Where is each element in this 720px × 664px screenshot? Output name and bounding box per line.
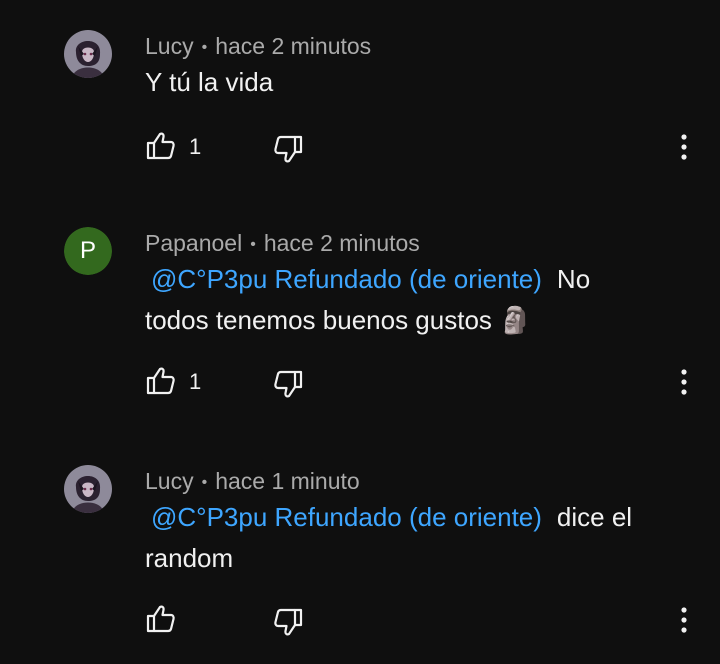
more-vertical-icon (681, 369, 687, 395)
comment-text: @C°P3pu Refundado (de oriente) No todos t… (145, 259, 665, 341)
dislike-button[interactable] (272, 133, 304, 165)
more-options-button[interactable] (672, 130, 696, 164)
author-name[interactable]: Lucy (145, 468, 194, 494)
like-count: 1 (189, 369, 202, 394)
comment-time[interactable]: hace 2 minutos (215, 33, 371, 59)
meta-separator: • (201, 474, 208, 491)
comment-meta: Lucy • hace 1 minuto (145, 467, 360, 497)
like-count: 1 (189, 134, 202, 159)
avatar[interactable] (64, 465, 112, 513)
comment-text: @C°P3pu Refundado (de oriente) dice el ra… (145, 497, 665, 579)
comment-text-line: random (145, 543, 234, 573)
meta-separator: • (250, 236, 256, 253)
author-name[interactable]: Lucy (145, 33, 194, 59)
dislike-button[interactable] (272, 368, 304, 400)
mention-link[interactable]: @C°P3pu Refundado (de oriente) (151, 264, 542, 294)
avatar[interactable] (64, 30, 112, 78)
dislike-icon (274, 608, 303, 636)
comment-text-line: dice el (556, 502, 633, 532)
more-options-button[interactable] (672, 365, 696, 399)
dislike-button[interactable] (272, 606, 304, 638)
more-options-button[interactable] (672, 603, 696, 637)
avatar[interactable]: P (64, 227, 112, 275)
comment-text-line: No (556, 264, 591, 294)
comment-meta: Lucy • hace 2 minutos (145, 32, 371, 62)
like-button[interactable] (145, 603, 177, 635)
like-icon (146, 132, 175, 160)
comment-meta: Papanoel • hace 2 minutos (145, 229, 420, 259)
more-vertical-icon (681, 607, 687, 633)
comment-actions: 1 (0, 130, 720, 164)
comment-actions (0, 603, 720, 637)
dislike-icon (274, 370, 303, 398)
like-button[interactable] (145, 130, 177, 162)
author-name[interactable]: Papanoel (145, 230, 242, 256)
comment-actions: 1 (0, 365, 720, 399)
comment-time[interactable]: hace 1 minuto (215, 468, 359, 494)
avatar-letter: P (64, 227, 112, 275)
like-icon (146, 605, 175, 633)
meta-separator: • (201, 39, 208, 56)
comment-time[interactable]: hace 2 minutos (264, 230, 420, 256)
comment-text-line: todos tenemos buenos gustos 🗿 (145, 305, 532, 335)
like-button[interactable] (145, 365, 177, 397)
avatar-image (64, 30, 112, 78)
like-icon (146, 367, 175, 395)
dislike-icon (274, 135, 303, 163)
avatar-image (64, 465, 112, 513)
comment-text: Y tú la vida (145, 62, 665, 103)
comment-text-line: Y tú la vida (145, 67, 274, 97)
mention-link[interactable]: @C°P3pu Refundado (de oriente) (151, 502, 542, 532)
more-vertical-icon (681, 134, 687, 160)
